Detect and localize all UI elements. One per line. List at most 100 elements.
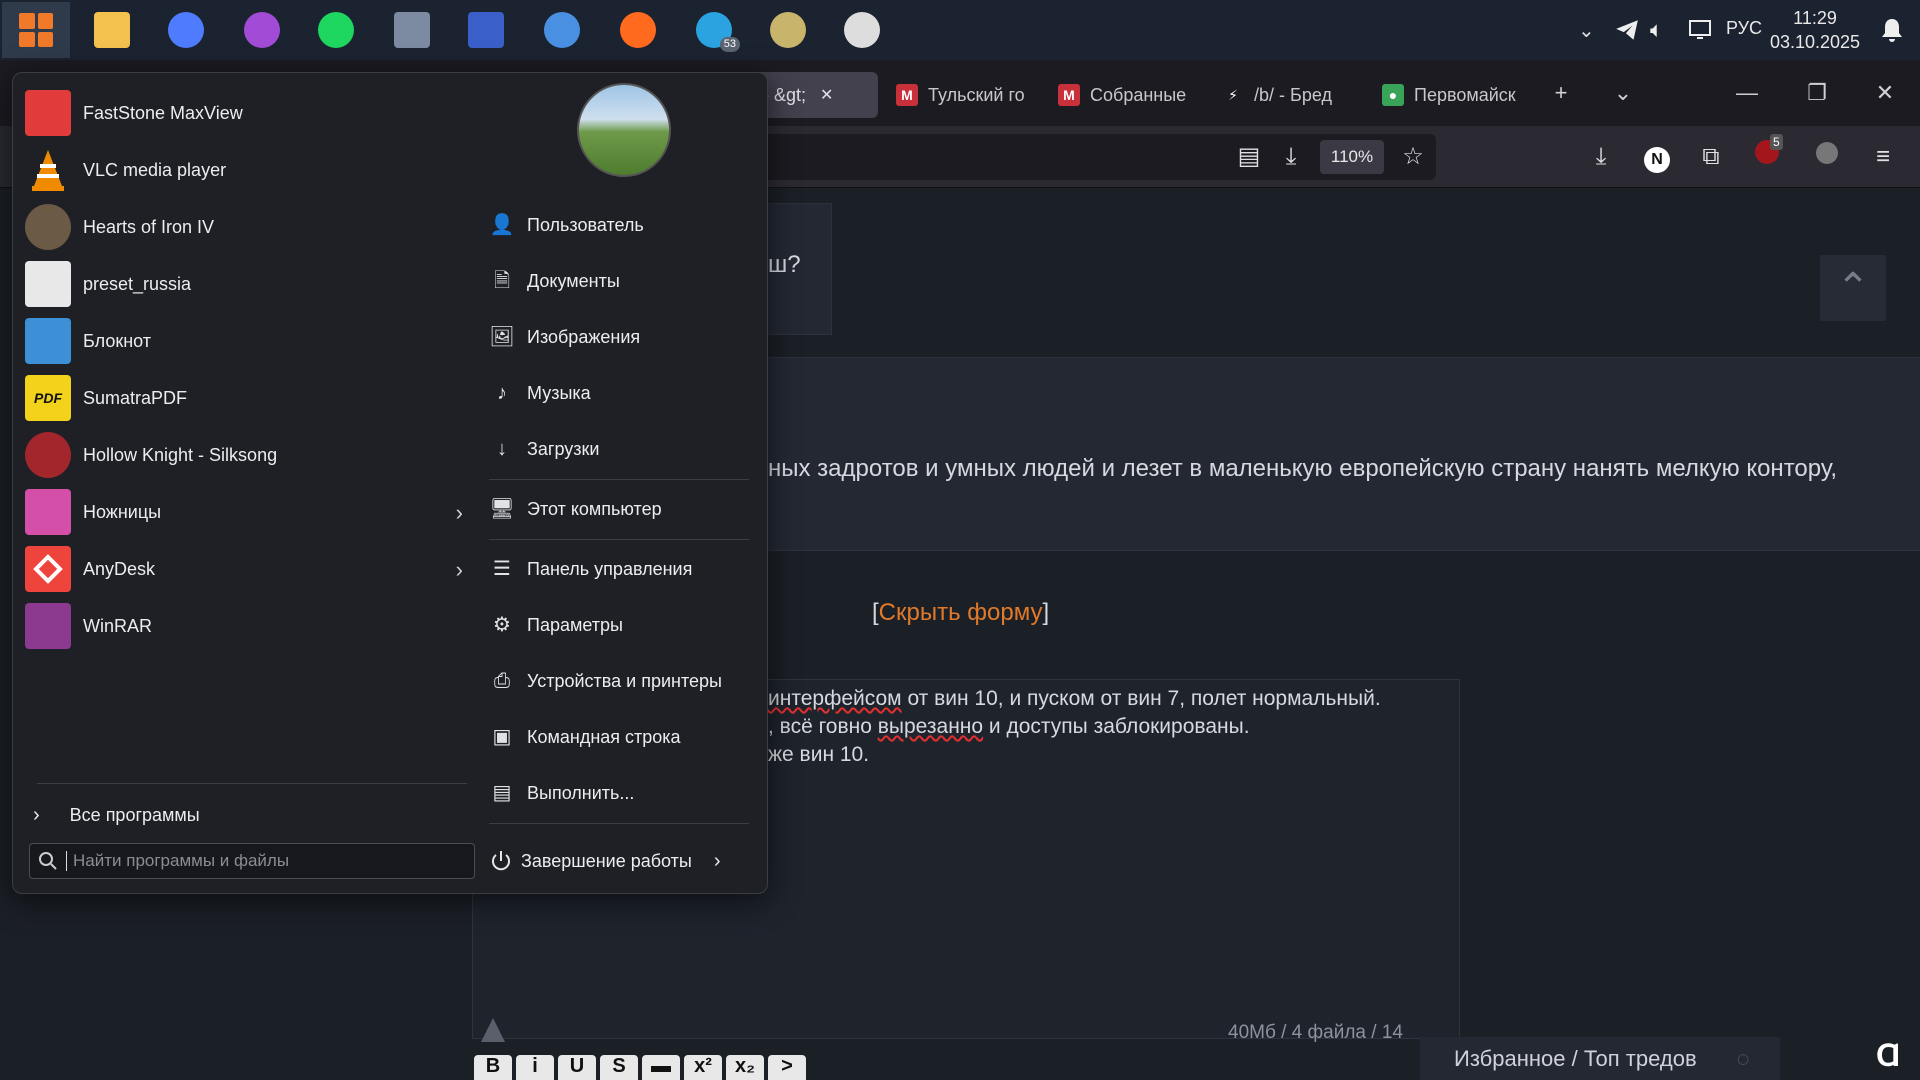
format-button[interactable]: S <box>600 1055 638 1080</box>
start-place-item[interactable]: 👤 Пользователь <box>489 203 759 247</box>
taskbar-app-10[interactable] <box>840 8 884 52</box>
refresh-spinner-icon: ◌ <box>1736 1045 1750 1071</box>
browser-tab[interactable]: ● Первомайск <box>1382 72 1522 118</box>
taskbar-app-6[interactable] <box>540 8 584 52</box>
chevron-right-icon[interactable]: › <box>456 500 463 526</box>
format-button[interactable]: B <box>474 1055 512 1080</box>
downloads-icon[interactable]: ⤓ <box>1584 140 1618 174</box>
menu-hamburger-icon[interactable]: ≡ <box>1866 140 1900 174</box>
start-program-item[interactable]: WinRAR <box>25 600 475 652</box>
scroll-top-chevron-icon[interactable]: ⌃ <box>1820 255 1886 321</box>
start-program-item[interactable]: FastStone MaxView <box>25 87 475 139</box>
silksong-icon <box>25 432 71 478</box>
browser-tab[interactable]: ⚡ /b/ - Бред <box>1222 72 1362 118</box>
language-indicator[interactable]: РУС <box>1726 18 1762 39</box>
format-button[interactable]: x₂ <box>726 1055 764 1080</box>
ublock-extension-icon[interactable]: 5 <box>1750 134 1784 174</box>
minimize-button[interactable]: — <box>1732 78 1762 108</box>
start-place-item[interactable]: ♪ Музыка <box>489 371 759 415</box>
start-place-label: Панель управления <box>527 558 693 579</box>
format-button[interactable]: x² <box>684 1055 722 1080</box>
search-input[interactable] <box>66 851 446 871</box>
start-program-item[interactable]: Ножницы › <box>25 486 475 538</box>
winrar-icon <box>25 603 71 649</box>
start-program-label: WinRAR <box>83 615 153 636</box>
start-place-item[interactable]: ☰ Панель управления <box>489 547 759 591</box>
extension-badge: 5 <box>1770 134 1783 150</box>
list-all-tabs-button[interactable]: ⌄ <box>1608 78 1638 108</box>
restore-button[interactable]: ❐ <box>1802 78 1832 108</box>
dvach-logo-icon[interactable]: Ɑ <box>1876 1037 1916 1077</box>
taskbar-app-4[interactable] <box>390 8 434 52</box>
hide-form-link[interactable]: Скрыть форму <box>879 599 1043 626</box>
start-button[interactable] <box>2 2 70 58</box>
chevron-right-icon[interactable]: › <box>714 850 721 873</box>
telegram-unread-badge: 53 <box>719 37 740 52</box>
chevron-right-icon[interactable]: › <box>456 557 463 583</box>
computer-icon: 🖥 <box>489 498 515 520</box>
editor-logo-icon <box>478 1015 508 1045</box>
telegram-tray-icon[interactable] <box>1614 0 1640 60</box>
network-icon[interactable] <box>1688 0 1714 60</box>
start-place-item[interactable]: ▣ Командная строка <box>489 715 759 759</box>
volume-icon[interactable]: 🔈︎ <box>1650 0 1663 60</box>
bookmark-star-icon[interactable]: ☆ <box>1396 140 1430 174</box>
start-place-item[interactable]: 🖼 Изображения <box>489 315 759 359</box>
extensions-puzzle-icon[interactable]: ⧉ <box>1694 140 1728 174</box>
start-program-item[interactable]: VLC media player <box>25 144 475 196</box>
post-text: ш? <box>768 251 801 278</box>
taskbar-app-0[interactable] <box>90 8 134 52</box>
taskbar-app-2[interactable] <box>240 8 284 52</box>
browser-tab[interactable]: M Собранные <box>1058 72 1194 118</box>
format-button[interactable]: i <box>516 1055 554 1080</box>
editor-line: интерфейсом от вин 10, и пуском от вин 7… <box>768 687 1381 710</box>
close-window-button[interactable]: ✕ <box>1870 78 1900 108</box>
start-place-item[interactable]: ↓ Загрузки <box>489 427 759 471</box>
start-program-item[interactable]: Hollow Knight - Silksong <box>25 429 475 481</box>
terminal-icon: ▣ <box>492 726 512 748</box>
start-place-label: Устройства и принтеры <box>527 670 722 691</box>
browser-tab[interactable]: M Тульский го <box>896 72 1032 118</box>
start-program-item[interactable]: preset_russia <box>25 258 475 310</box>
start-place-item[interactable]: ⚙ Параметры <box>489 603 759 647</box>
start-place-item[interactable]: ▤ Выполнить... <box>489 771 759 815</box>
notepad-icon <box>25 318 71 364</box>
start-place-item[interactable]: 🗎 Документы <box>489 259 759 303</box>
tray-overflow-icon[interactable]: ⌄ <box>1578 0 1595 60</box>
vpn-extension-icon[interactable] <box>1810 140 1844 174</box>
notification-bell-icon[interactable] <box>1880 0 1904 60</box>
favorites-bar[interactable]: Избранное / Топ тредов ◌ <box>1420 1037 1780 1080</box>
start-place-item[interactable]: 🖥 Этот компьютер <box>489 487 759 531</box>
start-place-label: Загрузки <box>527 438 600 459</box>
save-page-icon[interactable]: ⤓ <box>1274 140 1308 174</box>
taskbar-app-5[interactable] <box>464 8 508 52</box>
hoi4-icon <box>25 204 71 250</box>
pdf-icon: PDF <box>25 375 71 421</box>
user-avatar[interactable] <box>577 83 671 177</box>
start-program-item[interactable]: AnyDesk › <box>25 543 475 595</box>
taskbar-app-7[interactable] <box>616 8 660 52</box>
shutdown-button[interactable]: Завершение работы › <box>489 843 721 879</box>
start-place-item[interactable]: ⎙ Устройства и принтеры <box>489 659 759 703</box>
format-button[interactable]: ▬ <box>642 1055 680 1080</box>
clock[interactable]: 11:29 03.10.2025 <box>1765 6 1865 54</box>
taskbar-app-8[interactable]: 53 <box>692 8 740 52</box>
start-program-item[interactable]: Блокнот <box>25 315 475 367</box>
zoom-level-button[interactable]: 110% <box>1320 140 1384 174</box>
all-programs-button[interactable]: › Все программы <box>33 793 200 837</box>
format-button[interactable]: > <box>768 1055 806 1080</box>
tab-favicon-icon: M <box>1058 84 1080 106</box>
taskbar-app-3[interactable] <box>314 8 358 52</box>
taskbar-app-9[interactable] <box>766 8 810 52</box>
account-icon[interactable]: N <box>1640 140 1674 174</box>
new-tab-button[interactable]: + <box>1546 78 1576 108</box>
file-explorer-icon <box>94 12 130 48</box>
format-button[interactable]: U <box>558 1055 596 1080</box>
tab-close-icon[interactable]: ✕ <box>820 85 833 105</box>
taskbar-app-1[interactable] <box>164 8 208 52</box>
reader-view-icon[interactable]: ▤ <box>1232 140 1266 174</box>
search-box[interactable] <box>29 843 475 879</box>
start-program-item[interactable]: PDF SumatraPDF <box>25 372 475 424</box>
start-program-item[interactable]: Hearts of Iron IV <box>25 201 475 253</box>
tab-title: Собранные <box>1090 84 1187 105</box>
